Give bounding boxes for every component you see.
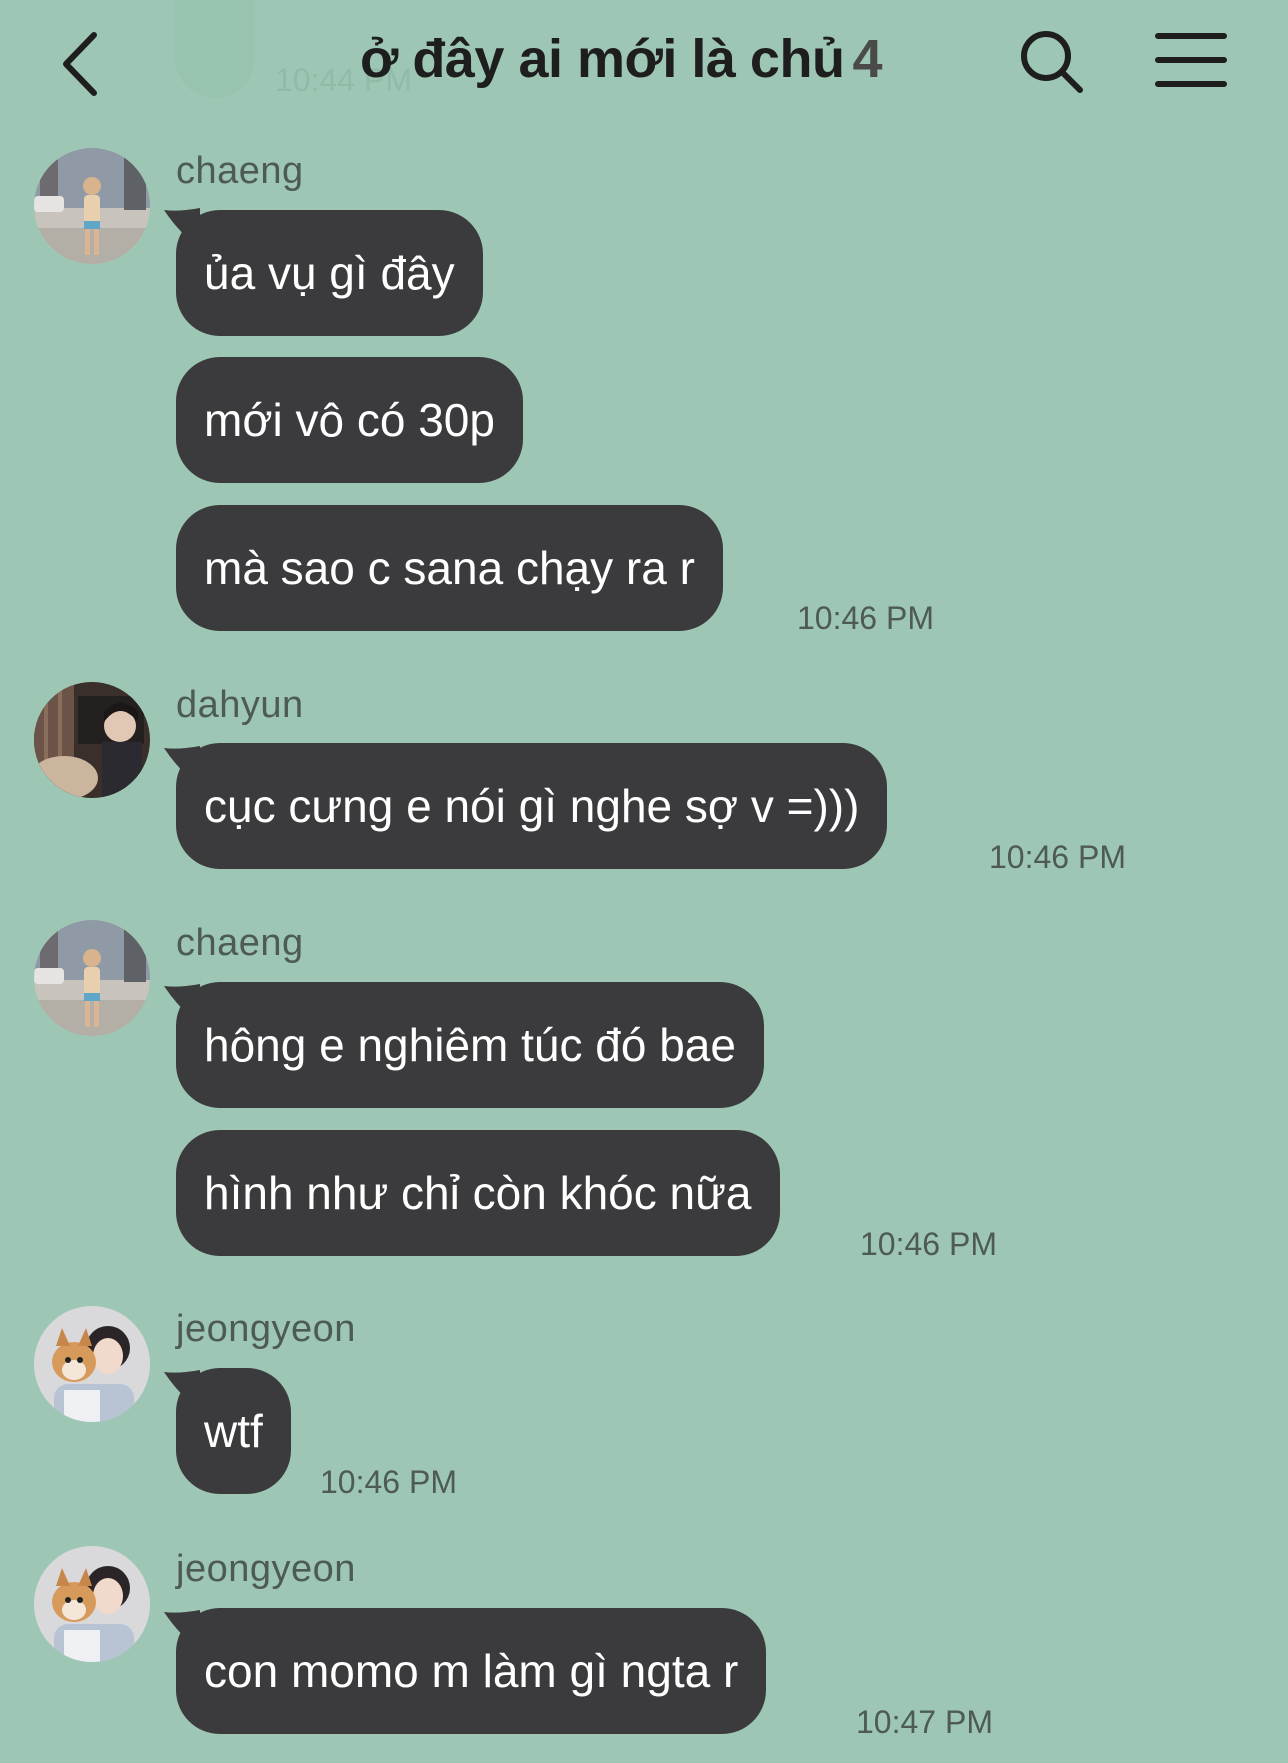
message-time: 10:46 PM bbox=[860, 1226, 997, 1262]
avatar-photo-dog bbox=[34, 1546, 150, 1662]
chat-title: ở đây ai mới là chủ 4 bbox=[360, 28, 882, 90]
avatar[interactable] bbox=[34, 920, 150, 1036]
message-time: 10:46 PM bbox=[797, 600, 934, 636]
message-time: 10:46 PM bbox=[320, 1464, 457, 1500]
previous-message-bubble-fragment bbox=[175, 0, 255, 98]
avatar[interactable] bbox=[34, 1306, 150, 1422]
avatar[interactable] bbox=[34, 148, 150, 264]
chat-title-text: ở đây ai mới là chủ bbox=[360, 29, 845, 89]
chat-header: 10:44 PM ở đây ai mới là chủ 4 bbox=[0, 0, 1288, 126]
menu-button[interactable] bbox=[1154, 30, 1228, 90]
sender-name: jeongyeon bbox=[176, 1548, 356, 1590]
message-time: 10:46 PM bbox=[989, 839, 1126, 875]
chevron-left-icon bbox=[63, 32, 97, 96]
message-bubble[interactable]: wtf bbox=[176, 1368, 291, 1494]
message-bubble[interactable]: mới vô có 30p bbox=[176, 357, 523, 483]
message-time: 10:47 PM bbox=[856, 1704, 993, 1740]
avatar[interactable] bbox=[34, 1546, 150, 1662]
avatar-photo-dog bbox=[34, 1306, 150, 1422]
sender-name: jeongyeon bbox=[176, 1308, 356, 1350]
message-bubble[interactable]: hình như chỉ còn khóc nữa bbox=[176, 1130, 780, 1256]
avatar[interactable] bbox=[34, 682, 150, 798]
search-icon bbox=[1021, 31, 1083, 93]
sender-name: chaeng bbox=[176, 922, 304, 964]
avatar-photo-street bbox=[34, 920, 150, 1036]
sender-name: chaeng bbox=[176, 150, 304, 192]
menu-icon bbox=[1155, 33, 1227, 87]
message-bubble[interactable]: ủa vụ gì đây bbox=[176, 210, 483, 336]
message-bubble[interactable]: mà sao c sana chạy ra r bbox=[176, 505, 723, 631]
message-bubble[interactable]: cục cưng e nói gì nghe sợ v =))) bbox=[176, 743, 888, 869]
sender-name: dahyun bbox=[176, 684, 304, 726]
message-bubble[interactable]: con momo m làm gì ngta r bbox=[176, 1608, 767, 1734]
message-bubble[interactable]: hông e nghiêm túc đó bae bbox=[176, 982, 764, 1108]
member-count: 4 bbox=[852, 29, 882, 89]
back-button[interactable] bbox=[44, 22, 116, 106]
avatar-photo-street bbox=[34, 148, 150, 264]
search-button[interactable] bbox=[1016, 26, 1088, 98]
avatar-photo-room bbox=[34, 682, 150, 798]
